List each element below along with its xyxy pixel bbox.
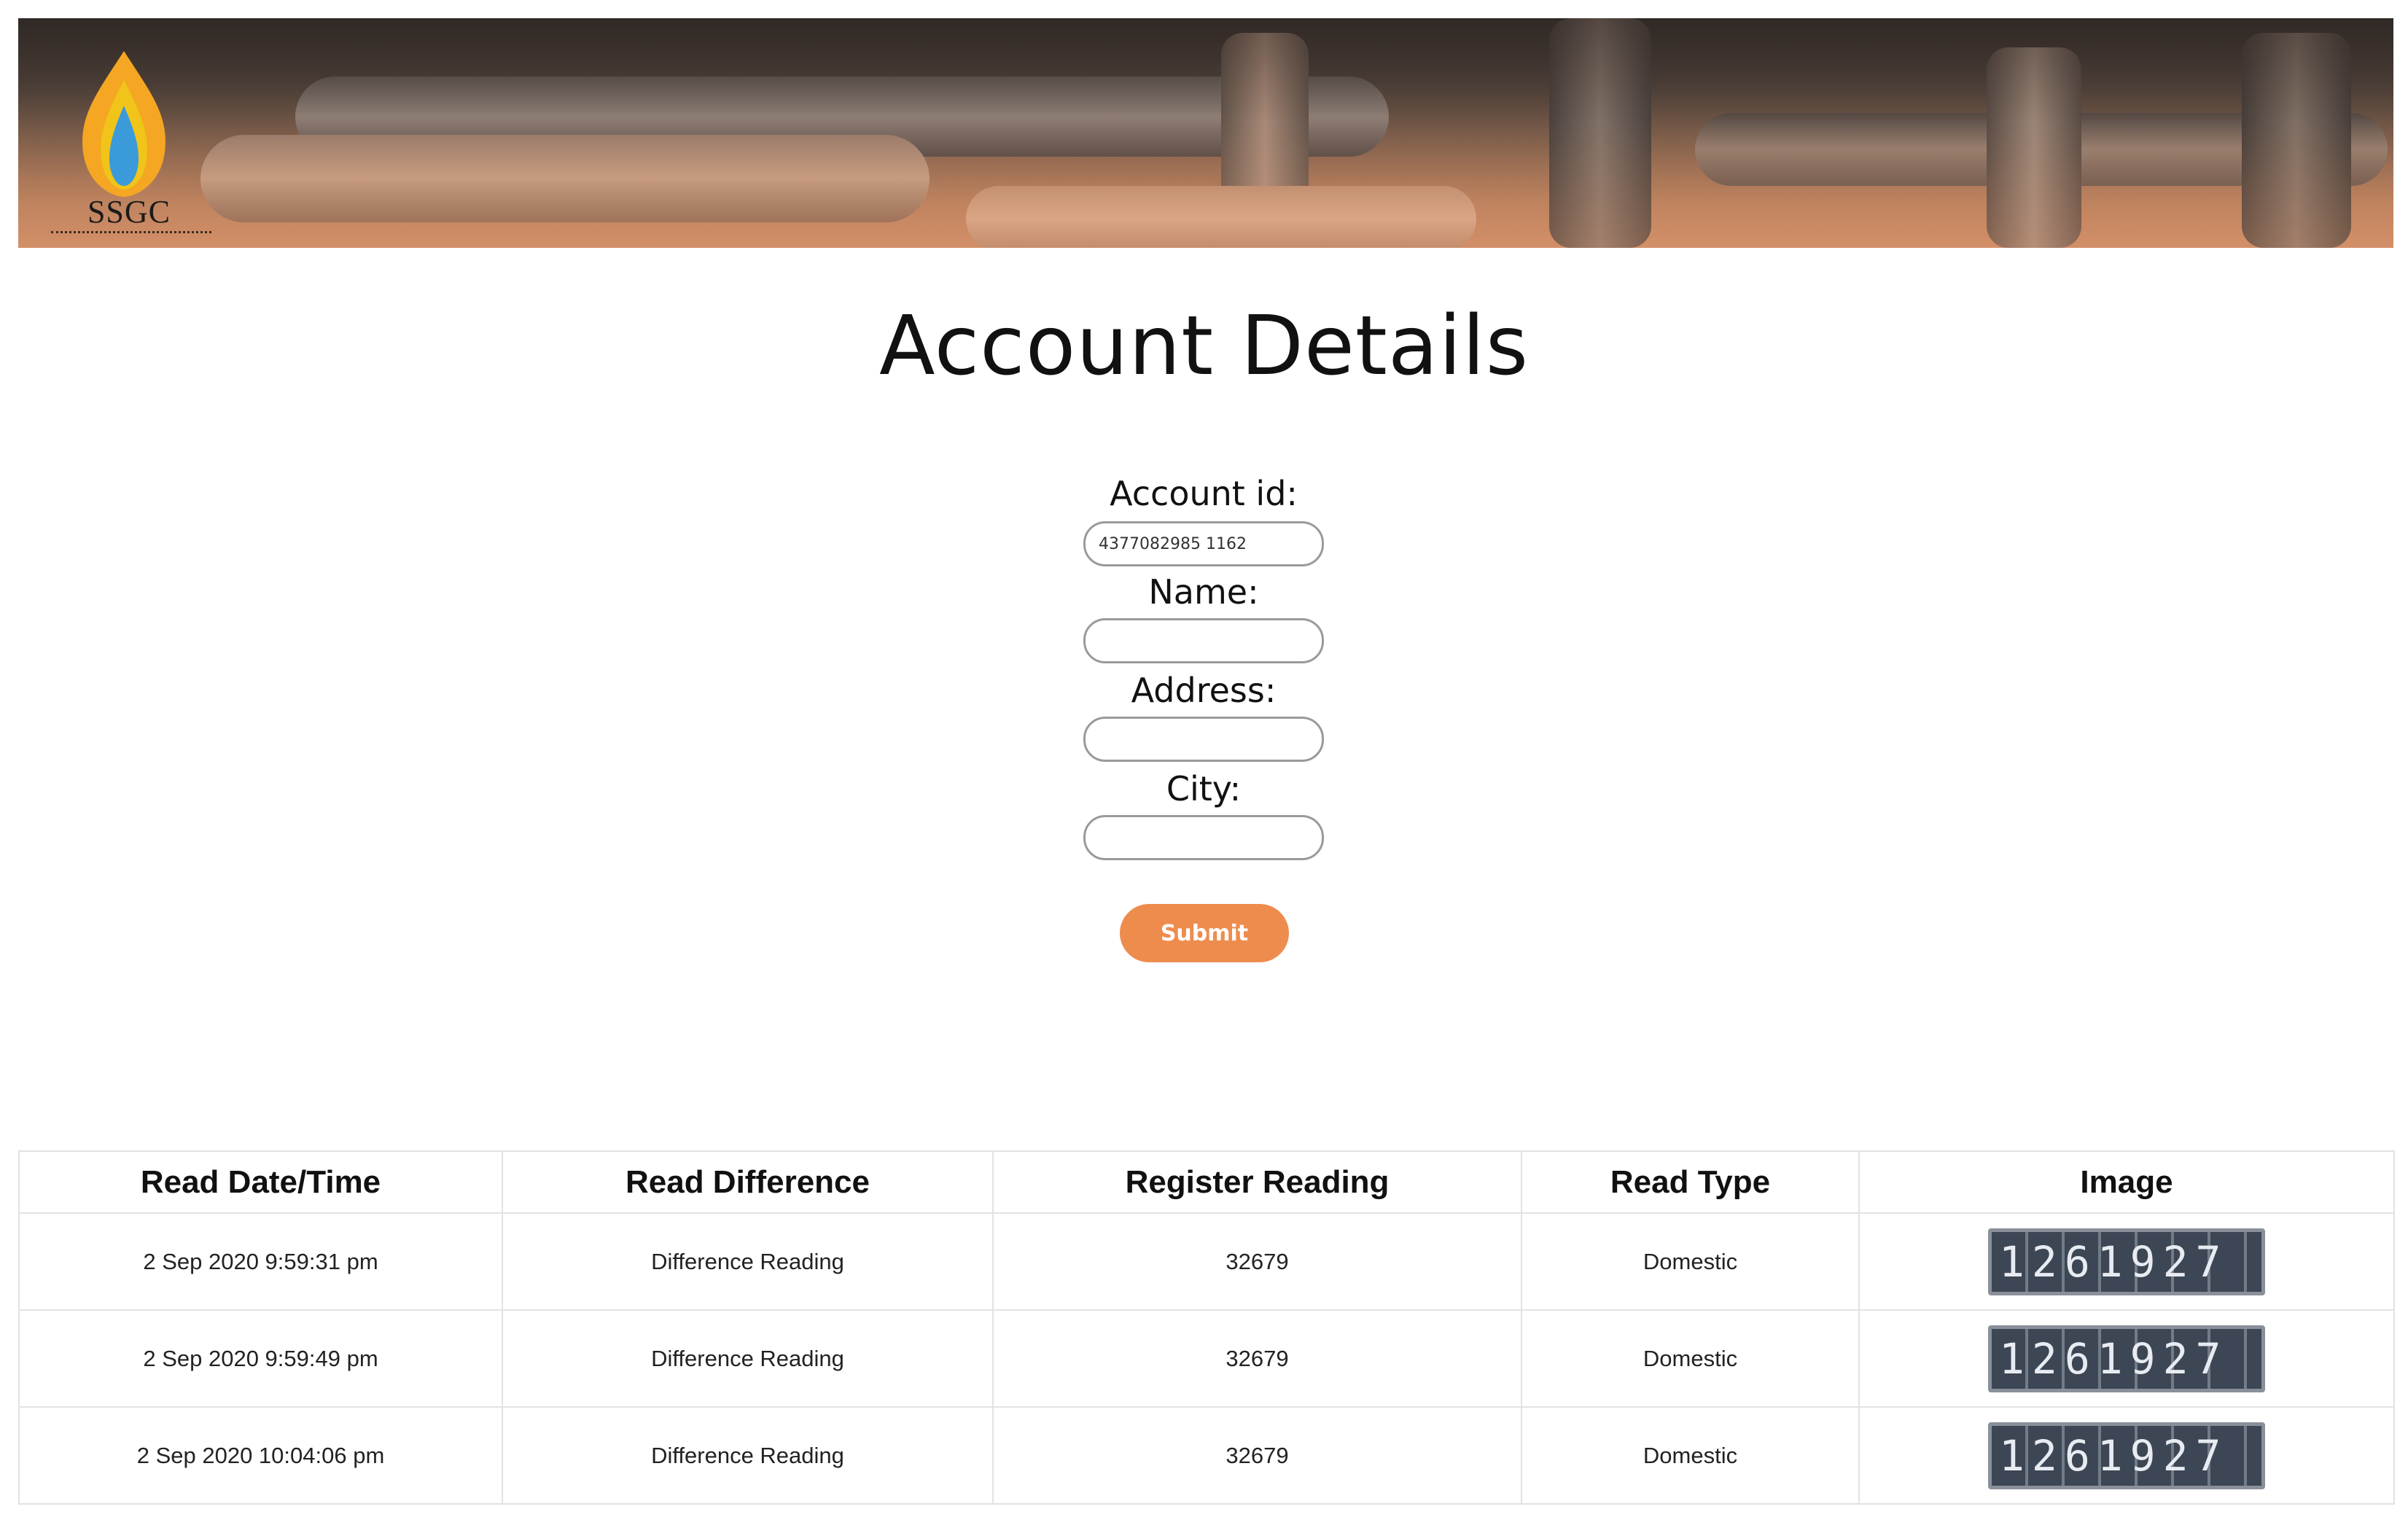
column-header-read-difference: Read Difference [502, 1150, 994, 1214]
read-type-cell: Domestic [1521, 1406, 1860, 1505]
table-row: 2 Sep 2020 10:04:06 pm Difference Readin… [18, 1406, 2395, 1505]
table-row: 2 Sep 2020 9:59:31 pm Difference Reading… [18, 1212, 2395, 1311]
submit-button[interactable]: Submit [1120, 904, 1289, 962]
column-header-read-datetime: Read Date/Time [18, 1150, 503, 1214]
register-reading-cell: 32679 [992, 1406, 1522, 1505]
table-header-row: Read Date/Time Read Difference Register … [18, 1150, 2395, 1214]
address-input[interactable] [1083, 717, 1324, 762]
logo-tagline [51, 231, 211, 235]
read-type-cell: Domestic [1521, 1212, 1860, 1311]
name-label: Name: [1148, 572, 1259, 612]
image-cell: 1261927 [1858, 1212, 2395, 1311]
image-cell: 1261927 [1858, 1309, 2395, 1408]
read-difference-cell: Difference Reading [502, 1406, 994, 1505]
readings-table: Read Date/Time Read Difference Register … [18, 1150, 2395, 1505]
read-difference-cell: Difference Reading [502, 1212, 994, 1311]
ssgc-logo: SSGC [47, 40, 211, 244]
account-id-input[interactable] [1083, 521, 1324, 566]
read-type-cell: Domestic [1521, 1309, 1860, 1408]
name-input[interactable] [1083, 618, 1324, 663]
city-label: City: [1166, 769, 1242, 808]
logo-text: SSGC [87, 194, 171, 230]
meter-reading-image[interactable]: 1261927 [1988, 1325, 2265, 1392]
column-header-image: Image [1858, 1150, 2395, 1214]
column-header-read-type: Read Type [1521, 1150, 1860, 1214]
register-reading-cell: 32679 [992, 1212, 1522, 1311]
account-id-label: Account id: [1110, 474, 1298, 513]
read-datetime-cell: 2 Sep 2020 9:59:49 pm [18, 1309, 503, 1408]
header-banner: SSGC [18, 18, 2393, 248]
table-row: 2 Sep 2020 9:59:49 pm Difference Reading… [18, 1309, 2395, 1408]
meter-reading-image[interactable]: 1261927 [1988, 1422, 2265, 1489]
read-datetime-cell: 2 Sep 2020 10:04:06 pm [18, 1406, 503, 1505]
read-difference-cell: Difference Reading [502, 1309, 994, 1408]
flame-icon [82, 51, 165, 197]
address-label: Address: [1131, 671, 1277, 710]
column-header-register-reading: Register Reading [992, 1150, 1522, 1214]
image-cell: 1261927 [1858, 1406, 2395, 1505]
read-datetime-cell: 2 Sep 2020 9:59:31 pm [18, 1212, 503, 1311]
register-reading-cell: 32679 [992, 1309, 1522, 1408]
city-input[interactable] [1083, 815, 1324, 860]
page-title: Account Details [878, 299, 1530, 394]
meter-reading-image[interactable]: 1261927 [1988, 1228, 2265, 1295]
banner-overlay [18, 18, 2393, 248]
